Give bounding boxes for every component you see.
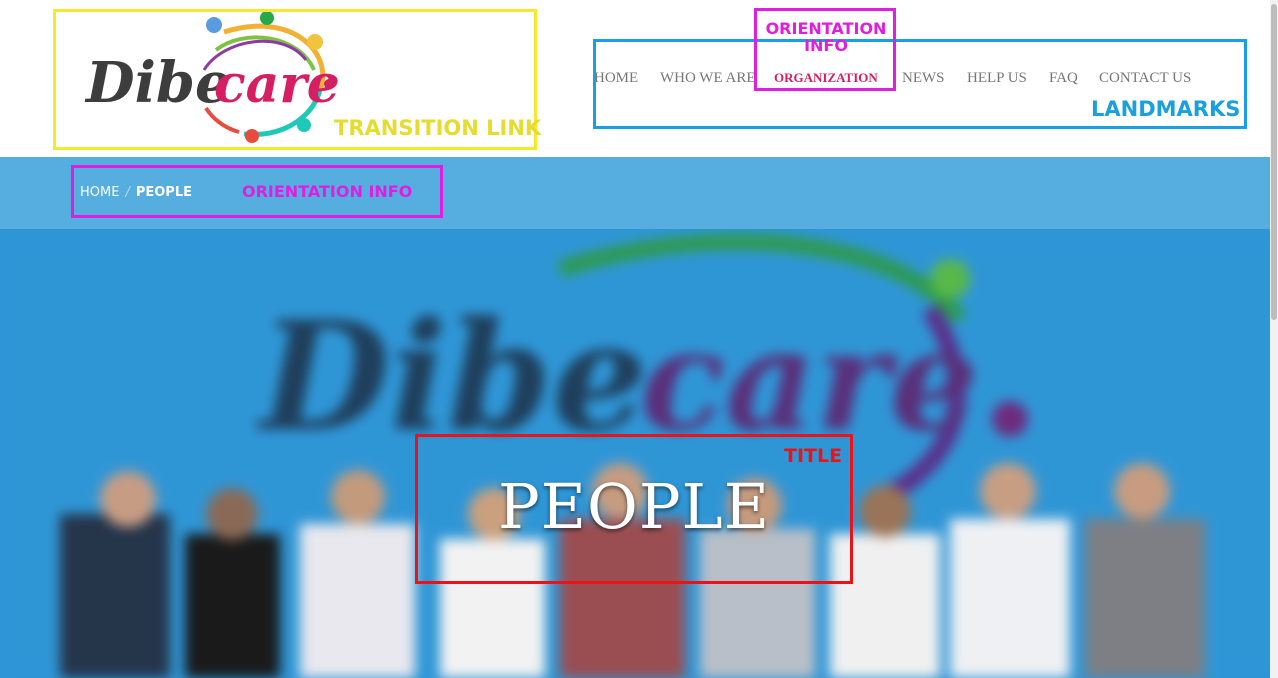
annotation-transition-link-label: TRANSITION LINK — [334, 116, 542, 140]
annotation-title-label: TITLE — [784, 445, 843, 467]
annotation-landmarks-label: LANDMARKS — [1091, 97, 1241, 121]
page-scrollbar[interactable] — [1270, 0, 1278, 678]
annotation-orientation-info-nav-label: ORIENTATION INFO — [765, 19, 887, 55]
annotation-orientation-info-breadcrumb-label: ORIENTATION INFO — [242, 182, 413, 201]
scrollbar-thumb[interactable] — [1271, 4, 1277, 320]
